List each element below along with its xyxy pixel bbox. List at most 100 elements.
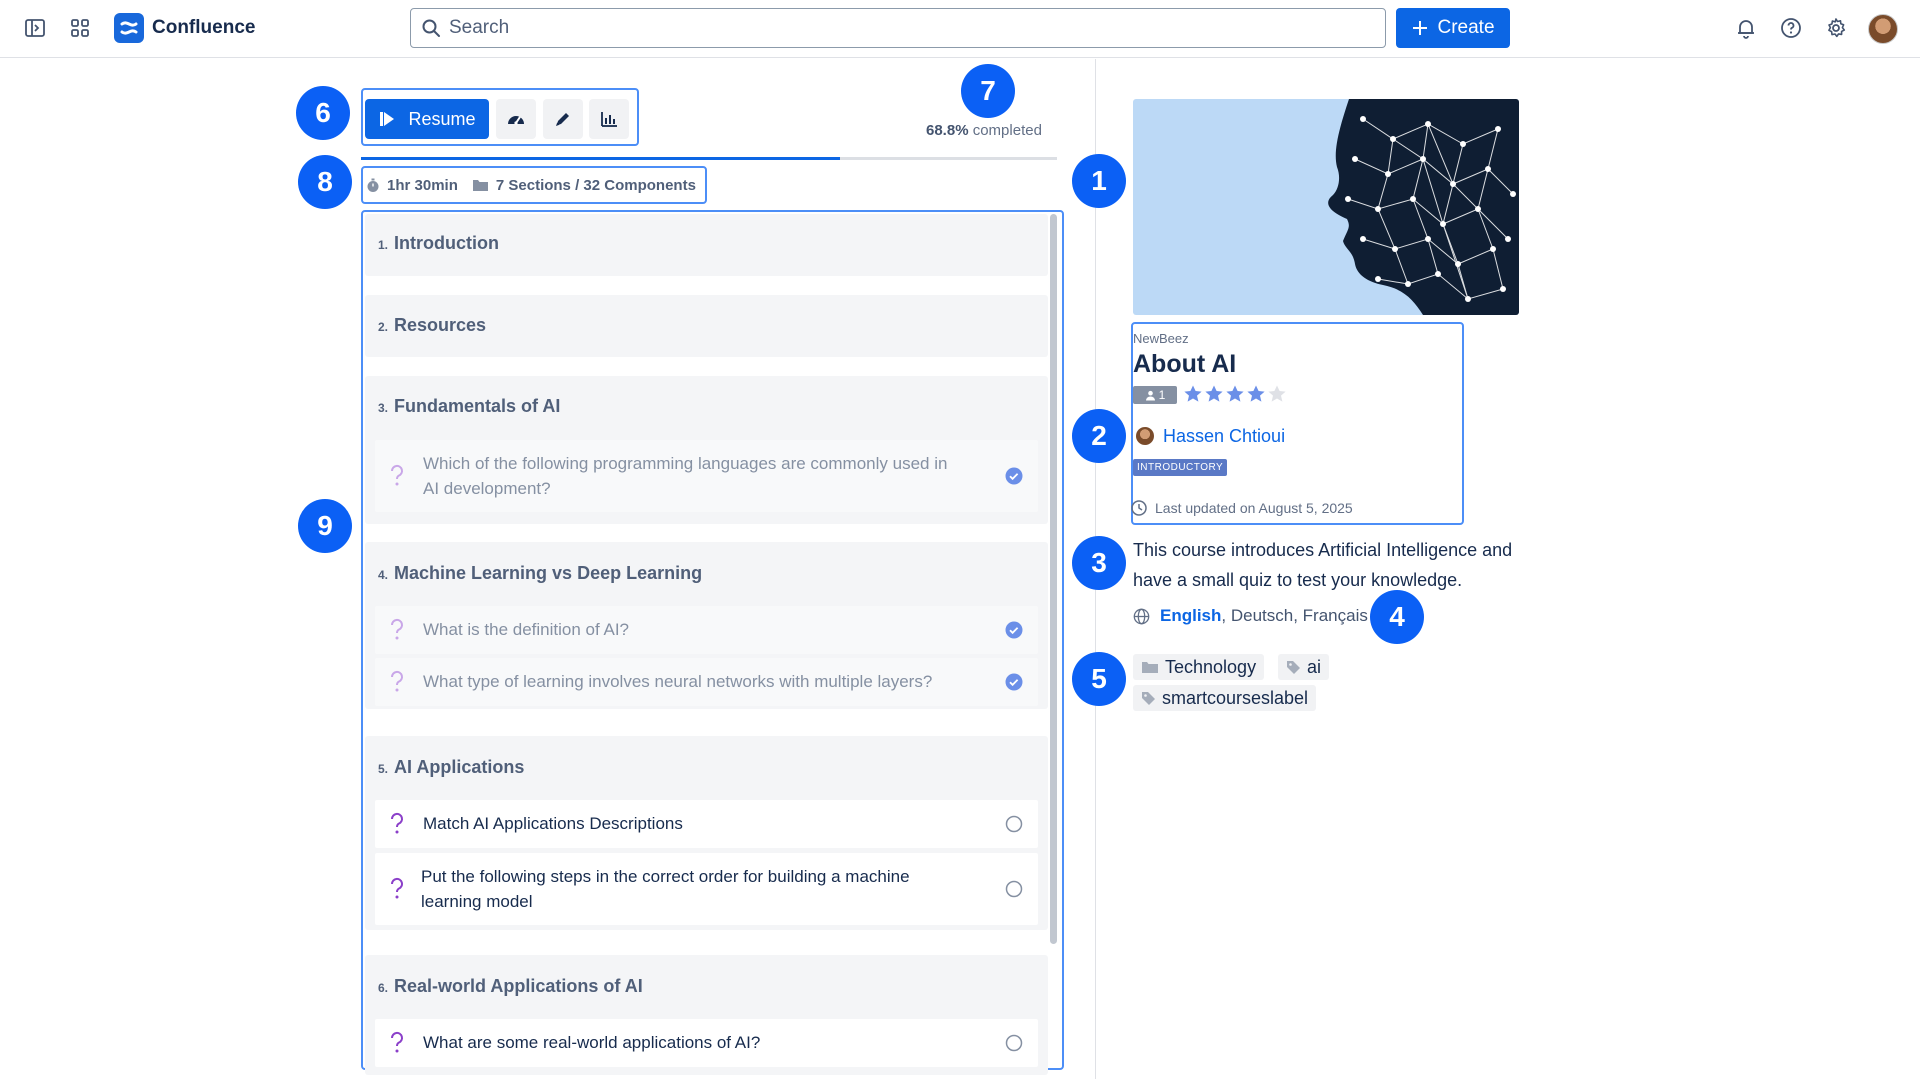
pencil-icon [556,113,569,126]
item-text: Put the following steps in the correct o… [421,867,910,911]
item-text: Match AI Applications Descriptions [423,814,683,833]
star-icon[interactable] [1183,384,1203,404]
course-description: This course introduces Artificial Intell… [1133,540,1513,590]
marker-6: 6 [296,86,350,140]
sidebar-toggle-icon[interactable] [22,15,48,41]
last-updated: Last updated on August 5, 2025 [1131,500,1353,516]
marker-7: 7 [961,64,1015,118]
course-title: About AI [1133,350,1237,378]
sections-scrollbar[interactable] [1050,214,1057,944]
empty-circle-icon[interactable] [1005,815,1023,833]
course-cover-image [1133,99,1519,315]
empty-circle-icon[interactable] [1005,880,1023,898]
language-english[interactable]: English [1160,606,1221,625]
check-circle-icon [1005,621,1023,639]
star-icon[interactable] [1225,384,1245,404]
question-icon [390,464,403,486]
gear-icon[interactable] [1823,15,1849,41]
progress-bar-fill [361,157,840,160]
course-meta: 1hr 30min 7 Sections / 32 Components [361,166,707,204]
list-item[interactable]: Put the following steps in the correct o… [375,853,1038,925]
section-title: 1. Introduction [378,233,499,253]
progress-bar [361,157,1057,160]
help-icon[interactable] [1778,15,1804,41]
label-text: smartcourseslabel [1162,687,1309,708]
section-title: 2. Resources [378,315,487,335]
clock-icon [1131,500,1147,516]
resume-button[interactable]: Resume [365,99,489,139]
label-text: ai [1307,656,1322,677]
structure-text: 7 Sections / 32 Components [495,176,696,194]
marker-8: 8 [298,155,352,209]
stopwatch-icon [367,178,379,192]
item-text: What is the definition of AI? [423,620,630,639]
question-icon [390,670,403,692]
app-switcher-icon[interactable] [67,15,93,41]
section-resources[interactable]: 2. Resources [365,295,1048,357]
question-icon [390,812,403,834]
search-input[interactable] [449,17,1349,39]
publisher-name: NewBeez [1133,331,1189,346]
confluence-logo-icon[interactable] [114,13,144,43]
marker-1: 1 [1072,154,1126,208]
check-circle-icon [1005,673,1023,691]
top-navigation: Confluence Create [0,0,1920,58]
edit-button[interactable] [543,99,583,139]
section-title: 5. AI Applications [378,757,525,777]
section-introduction[interactable]: 1. Introduction [365,214,1048,276]
category-tag[interactable]: Technology [1133,654,1265,680]
section-title: 6. Real-world Applications of AI [378,976,643,996]
resume-label: Resume [408,108,476,129]
marker-5: 5 [1072,652,1126,706]
marker-3: 3 [1072,536,1126,590]
empty-circle-icon[interactable] [1005,1034,1023,1052]
globe-icon [1133,608,1150,624]
enrolled-badge: 1 [1133,386,1177,404]
language-others[interactable]: , Deutsch, Français [1221,606,1367,625]
author-avatar [1136,427,1154,445]
check-circle-icon [1005,467,1023,485]
folder-icon [472,180,488,191]
list-item[interactable]: What type of learning involves neural ne… [375,658,1038,706]
question-icon [390,1031,403,1053]
section-title: 3. Fundamentals of AI [378,396,561,416]
search-icon [422,19,440,37]
item-text: Which of the following programming langu… [423,454,948,498]
language-selector: English, Deutsch, Français [1133,606,1368,626]
search-bar[interactable] [410,8,1386,48]
bell-icon[interactable] [1733,15,1759,41]
star-icon[interactable] [1267,384,1287,404]
user-avatar[interactable] [1868,14,1898,44]
list-item[interactable]: Match AI Applications Descriptions [375,800,1038,848]
play-icon [380,112,395,126]
marker-4: 4 [1370,590,1424,644]
brand-name[interactable]: Confluence [152,17,255,39]
label-tag-ai[interactable]: ai [1278,654,1330,680]
list-item[interactable]: What are some real-world applications of… [375,1019,1038,1067]
star-icon[interactable] [1246,384,1266,404]
level-badge: INTRODUCTORY [1133,459,1228,476]
marker-2: 2 [1072,409,1126,463]
section-title: 4. Machine Learning vs Deep Learning [378,563,703,583]
list-item[interactable]: Which of the following programming langu… [375,440,1038,512]
dashboard-button[interactable] [496,99,536,139]
create-button-label: Create [1437,17,1495,38]
rating-stars[interactable] [1183,384,1287,404]
speedometer-icon [508,116,524,125]
user-icon [1145,390,1155,400]
report-button[interactable] [589,99,629,139]
folder-icon [1142,662,1158,673]
author-link[interactable]: Hassen Chtioui [1163,426,1285,447]
category-label: Technology [1165,656,1257,677]
star-icon[interactable] [1204,384,1224,404]
create-button[interactable]: Create [1396,8,1510,48]
plus-icon [1413,21,1428,35]
label-tag-smartcourses[interactable]: smartcourseslabel [1133,685,1317,711]
tag-icon [1287,660,1300,674]
marker-9: 9 [298,499,352,553]
question-icon [390,618,403,640]
item-text: What type of learning involves neural ne… [423,672,933,691]
enrolled-count: 1 [1158,388,1166,402]
list-item[interactable]: What is the definition of AI? [375,606,1038,654]
progress-suffix: completed [972,122,1042,139]
